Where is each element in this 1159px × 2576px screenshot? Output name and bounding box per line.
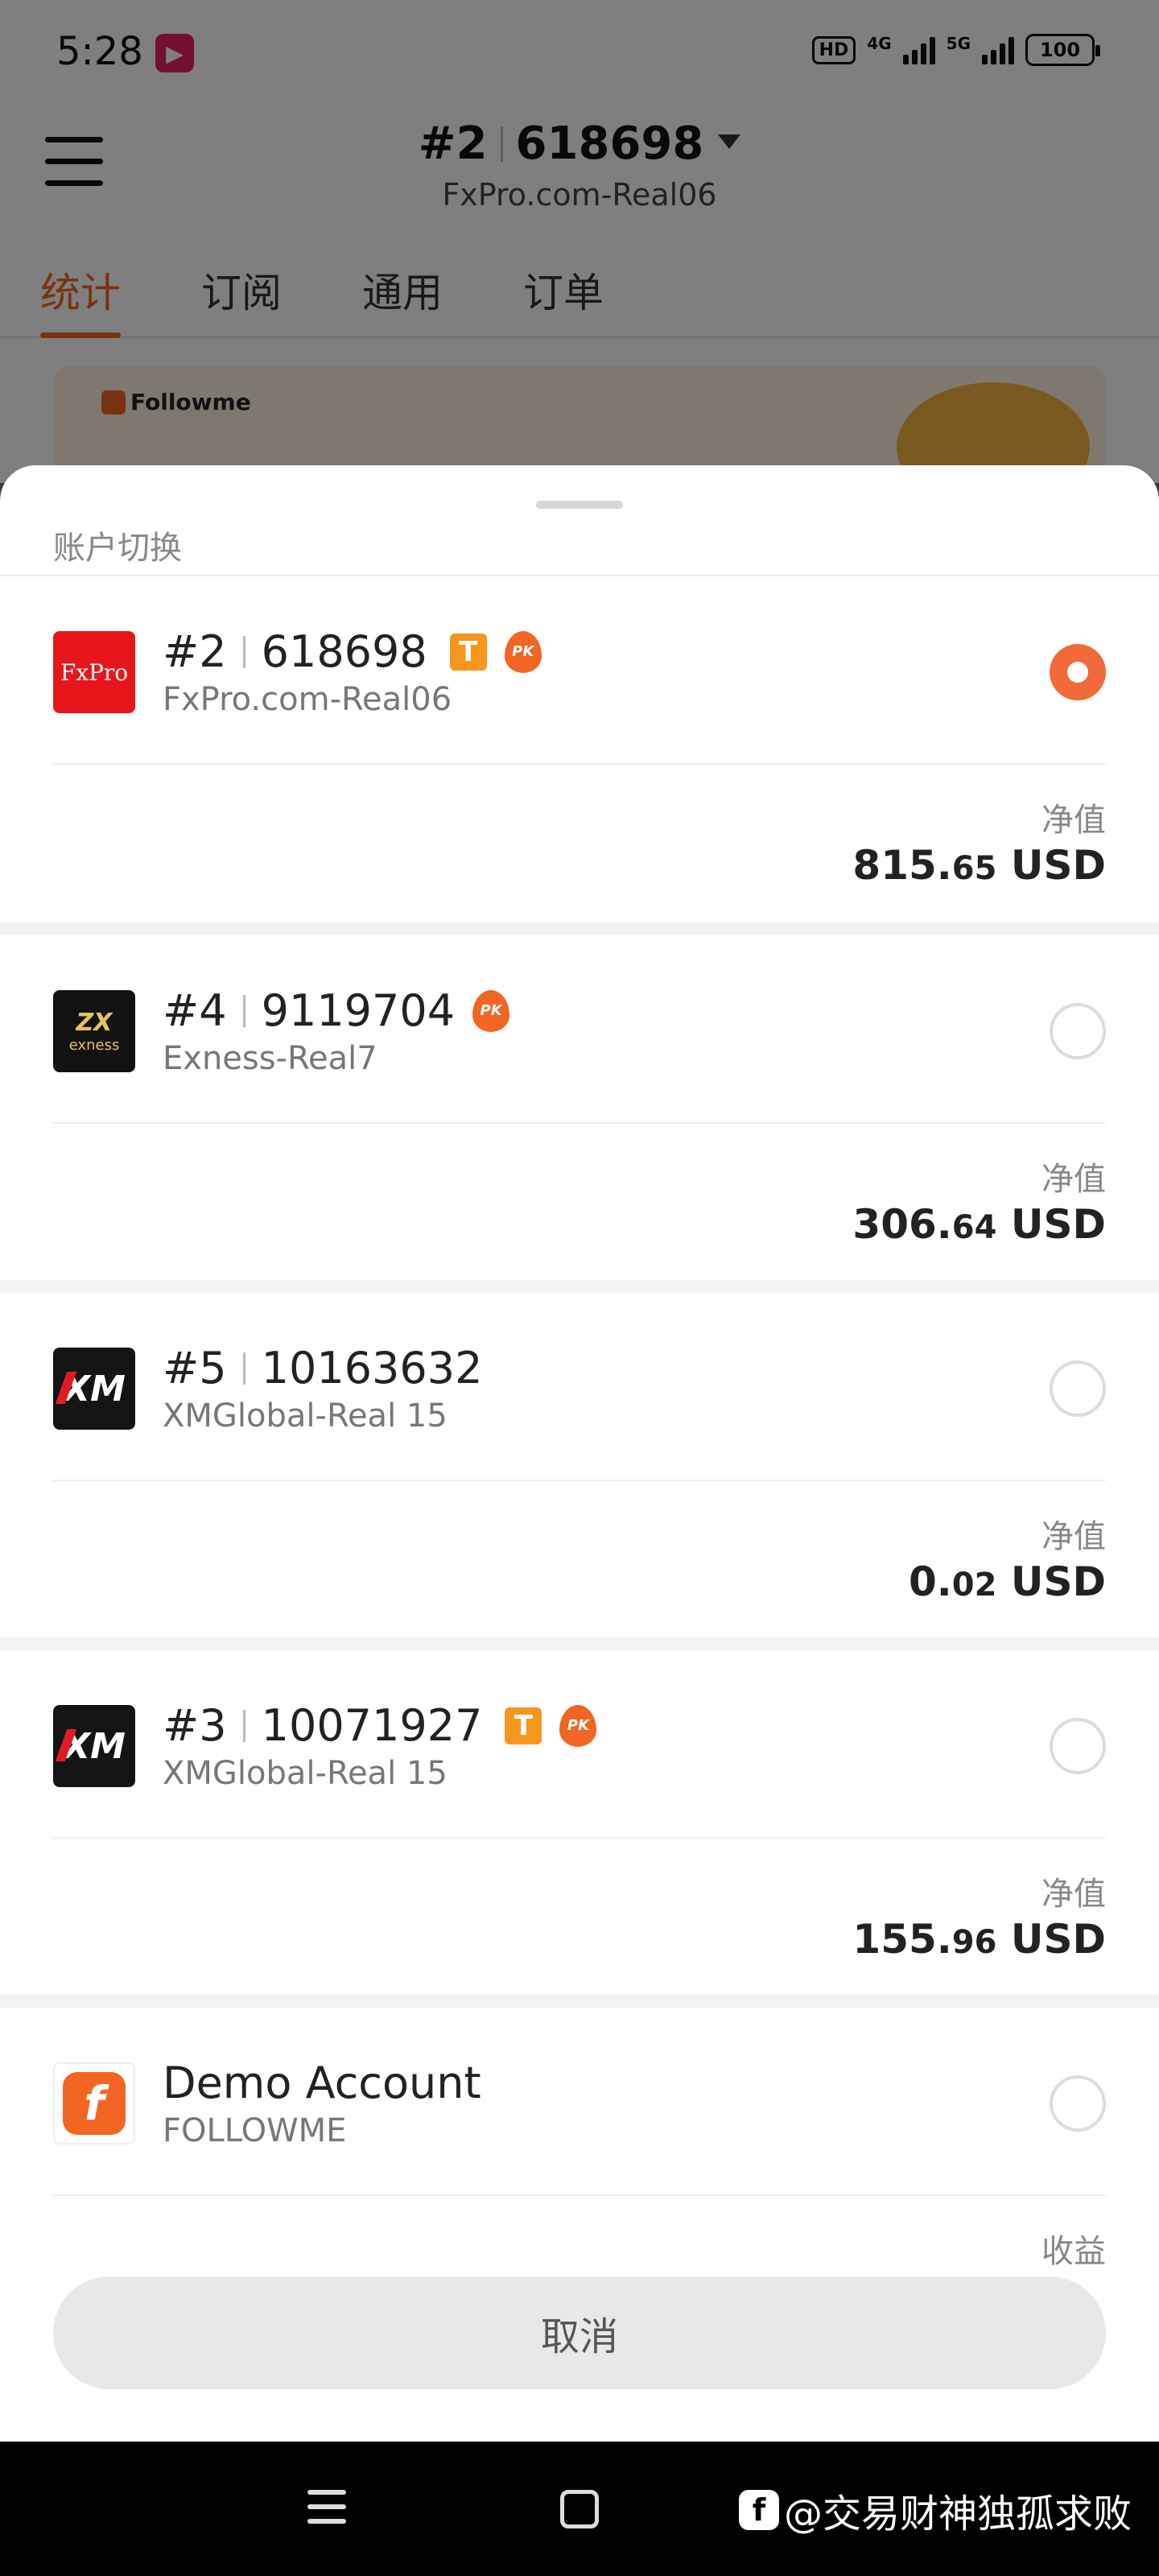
account-title: #4 9119704 PK [163, 985, 510, 1036]
divider [53, 2194, 1106, 2196]
account-server: XMGlobal-Real 15 [163, 1397, 448, 1435]
recent-apps-icon[interactable] [307, 2490, 346, 2525]
exness-logo: ZX exness [53, 990, 135, 1072]
account-server: FxPro.com-Real06 [163, 681, 452, 718]
sheet-title: 账户切换 [53, 530, 182, 567]
account-item[interactable]: XM #5 10163632 XMGlobal-Real 15 净值 0.02 U… [0, 1293, 1159, 1631]
equity-label: 净值 [1041, 802, 1106, 839]
title-separator [242, 994, 245, 1027]
account-index: #5 [163, 1343, 227, 1393]
account-title: #2 618698 T PK [163, 626, 542, 677]
system-nav-bar: f @交易财神独孤求败 [0, 2442, 1159, 2576]
xm-logo: XM [53, 1348, 135, 1430]
account-item[interactable]: FxPro #2 618698 T PK FxPro.com-Real06 净值 … [0, 576, 1159, 914]
section-gap [0, 923, 1159, 935]
t-badge-icon: T [505, 1707, 542, 1744]
account-server: XMGlobal-Real 15 [163, 1755, 448, 1792]
account-number: 10071927 [261, 1700, 483, 1751]
section-gap [0, 1280, 1159, 1293]
pk-flame-icon: PK [504, 630, 542, 673]
followme-app-logo: f [53, 2062, 135, 2145]
equity-label: 净值 [1041, 1161, 1106, 1198]
account-server: FOLLOWME [163, 2112, 347, 2149]
sheet-drag-handle[interactable] [536, 501, 623, 509]
equity-value: 155.96 USD [852, 1916, 1106, 1963]
account-index: #4 [163, 985, 227, 1036]
account-index: #2 [163, 626, 227, 677]
title-separator [242, 1352, 245, 1385]
account-item[interactable]: XM #3 10071927 T PK XMGlobal-Real 15 净值 1… [0, 1650, 1159, 1988]
account-title: #3 10071927 T PK [163, 1700, 597, 1751]
account-number: 618698 [261, 626, 427, 677]
fxpro-logo: FxPro [53, 631, 135, 713]
divider [53, 1480, 1106, 1481]
watermark-text: @交易财神独孤求败 [784, 2491, 1132, 2537]
divider [53, 763, 1106, 765]
equity-label: 净值 [1041, 1876, 1106, 1913]
section-gap [0, 1995, 1159, 2008]
pk-flame-icon: PK [559, 1704, 597, 1747]
watermark: f @交易财神独孤求败 [739, 2482, 1132, 2538]
radio-unselected[interactable] [1050, 1003, 1106, 1059]
account-number: 9119704 [261, 985, 456, 1036]
pk-flame-icon: PK [472, 989, 510, 1032]
account-item[interactable]: ZX exness #4 9119704 PK Exness-Real7 净值 30… [0, 935, 1159, 1274]
section-gap [0, 1637, 1159, 1650]
account-name: Demo Account [163, 2058, 481, 2108]
home-icon[interactable] [560, 2490, 599, 2529]
title-separator [242, 1709, 245, 1742]
account-title: #5 10163632 [163, 1343, 482, 1393]
account-index: #3 [163, 1700, 227, 1751]
xm-logo: XM [53, 1705, 135, 1787]
cancel-button[interactable]: 取消 [53, 2277, 1106, 2389]
account-switch-sheet: 账户切换 FxPro #2 618698 T PK FxPro.com-Real0… [0, 465, 1159, 2442]
account-number: 10163632 [261, 1343, 483, 1393]
radio-unselected[interactable] [1050, 2075, 1106, 2132]
t-badge-icon: T [449, 633, 487, 671]
radio-selected[interactable] [1050, 644, 1106, 700]
equity-label: 净值 [1041, 1518, 1106, 1555]
divider [53, 1837, 1106, 1839]
equity-value: 0.02 USD [909, 1558, 1106, 1605]
equity-value: 815.65 USD [852, 842, 1106, 889]
equity-value: 306.64 USD [852, 1201, 1106, 1248]
account-title: Demo Account [163, 2058, 481, 2108]
profit-label: 收益 [1041, 2233, 1106, 2270]
radio-unselected[interactable] [1050, 1718, 1106, 1774]
title-separator [242, 635, 245, 668]
account-server: Exness-Real7 [163, 1040, 377, 1077]
divider [53, 1122, 1106, 1124]
radio-unselected[interactable] [1050, 1360, 1106, 1417]
watermark-logo-icon: f [739, 2490, 779, 2530]
